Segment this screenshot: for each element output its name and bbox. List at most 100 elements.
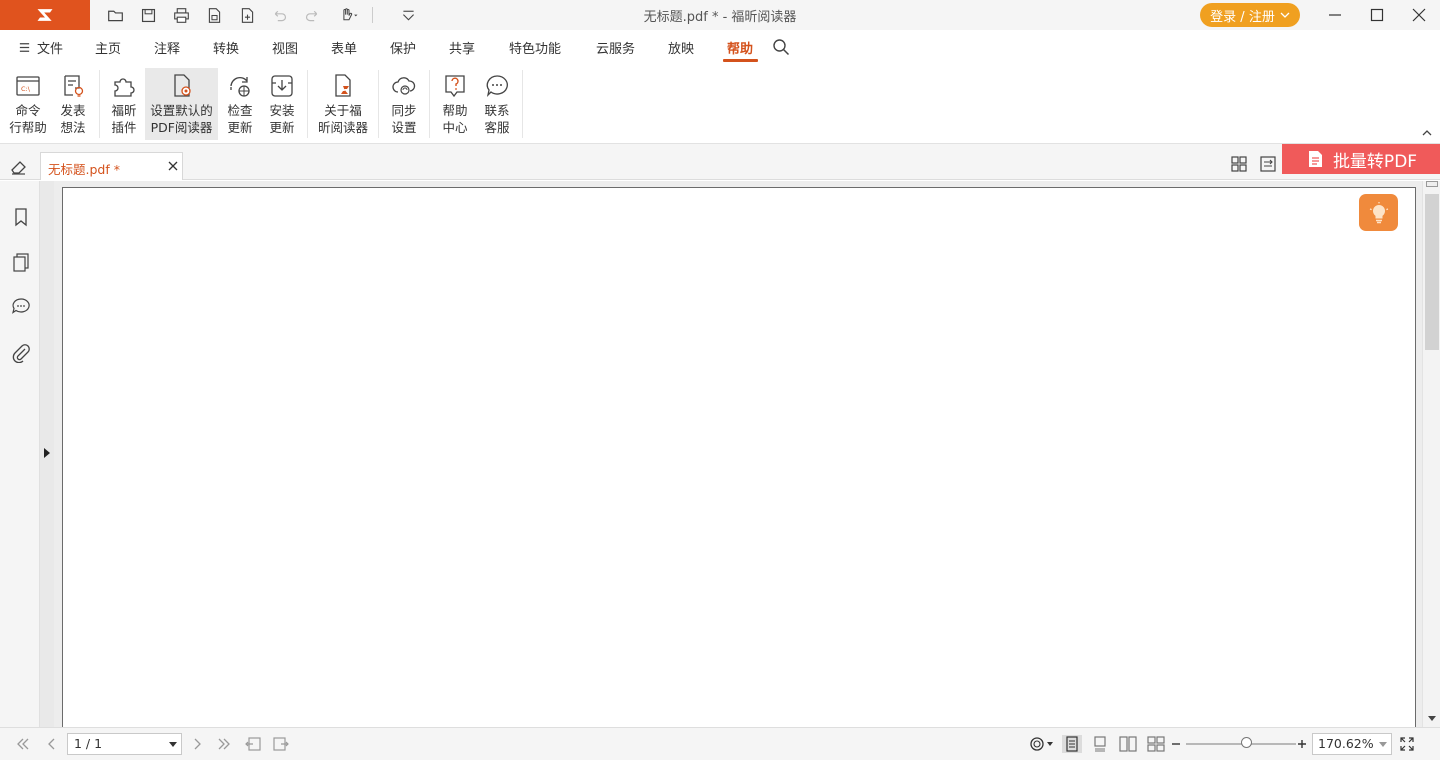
document-tab-label: 无标题.pdf *: [48, 162, 120, 177]
menu-protect[interactable]: 保护: [390, 38, 416, 57]
default-reader-icon: [173, 74, 191, 97]
help-center-icon: [445, 75, 465, 98]
comments-icon[interactable]: [10, 295, 32, 317]
command-line-help-button[interactable]: C:\ 命令 行帮助: [4, 68, 52, 140]
about-foxit-reader-button[interactable]: 关于福 昕阅读器: [314, 68, 372, 140]
status-bar: 1 / 1 170.62%: [0, 727, 1440, 760]
panel-gutter: [40, 181, 54, 727]
bookmark-icon[interactable]: [10, 206, 32, 228]
redo-icon[interactable]: [301, 5, 323, 25]
single-page-view-icon[interactable]: [1062, 735, 1082, 753]
foxit-plugins-label-1: 福昕: [111, 103, 137, 118]
collapse-ribbon-icon[interactable]: [1421, 127, 1433, 139]
check-update-button[interactable]: 检查 更新: [221, 68, 259, 140]
sync-settings-button[interactable]: 同步 设置: [385, 68, 423, 140]
thumbnail-grid-icon[interactable]: [1231, 156, 1247, 172]
document-icon: [1308, 151, 1322, 167]
close-tab-icon[interactable]: [168, 161, 178, 171]
zoom-level-input[interactable]: 170.62%: [1312, 733, 1392, 755]
maximize-button[interactable]: [1354, 0, 1400, 30]
menu-help[interactable]: 帮助: [727, 38, 753, 57]
menu-share[interactable]: 共享: [449, 38, 475, 57]
expand-panel-icon[interactable]: [43, 447, 51, 459]
tips-button[interactable]: [1359, 194, 1398, 231]
zoom-slider-thumb[interactable]: [1241, 737, 1252, 748]
next-view-icon[interactable]: [271, 735, 291, 753]
ribbon-divider: [307, 70, 308, 138]
menu-features[interactable]: 特色功能: [509, 38, 561, 57]
zoom-out-icon[interactable]: [1168, 735, 1184, 753]
print-icon[interactable]: [170, 5, 192, 25]
help-center-label-1: 帮助: [442, 103, 468, 118]
minimize-button[interactable]: [1312, 0, 1358, 30]
batch-convert-pdf-label: 批量转PDF: [1332, 151, 1418, 172]
menu-file[interactable]: 文件: [18, 38, 63, 57]
contact-support-button[interactable]: 联系 客服: [478, 68, 516, 140]
contact-support-label-1: 联系: [484, 103, 510, 118]
search-icon[interactable]: [772, 38, 790, 56]
feedback-button[interactable]: 发表 想法: [54, 68, 92, 140]
menu-slideshow[interactable]: 放映: [668, 38, 694, 57]
reading-mode-icon[interactable]: [1028, 735, 1058, 753]
zoom-in-icon[interactable]: [1294, 735, 1310, 753]
hamburger-menu-icon: [19, 43, 30, 52]
previous-view-icon[interactable]: [243, 735, 263, 753]
zoom-level-value: 170.62%: [1318, 736, 1374, 751]
eraser-tool-icon[interactable]: [9, 158, 27, 176]
lightbulb-icon: [1369, 201, 1388, 223]
menu-annotate[interactable]: 注释: [154, 38, 180, 57]
next-page-icon[interactable]: [187, 735, 207, 753]
puzzle-plugin-icon: [114, 78, 135, 97]
continuous-view-icon[interactable]: [1090, 735, 1110, 753]
menu-file-label: 文件: [37, 42, 64, 57]
foxit-plugins-button[interactable]: 福昕 插件: [105, 68, 143, 140]
open-file-icon[interactable]: [104, 5, 126, 25]
set-default-reader-label-2: PDF阅读器: [150, 120, 213, 135]
create-from-file-icon[interactable]: [203, 5, 225, 25]
attachment-icon[interactable]: [10, 342, 32, 364]
vertical-scrollbar[interactable]: [1422, 181, 1440, 727]
feedback-label-1: 发表: [60, 103, 86, 118]
toolbar-divider: [372, 7, 373, 23]
maximize-icon: [1370, 8, 1384, 22]
about-icon: [335, 74, 351, 97]
menu-bar: 文件 主页 注释 转换 视图 表单 保护 共享 特色功能 云服务 放映 帮助: [0, 30, 1440, 64]
undo-icon[interactable]: [268, 5, 290, 25]
first-page-icon[interactable]: [13, 735, 33, 753]
pages-icon[interactable]: [10, 251, 32, 273]
foxit-logo[interactable]: [0, 0, 90, 30]
help-center-button[interactable]: 帮助 中心: [436, 68, 474, 140]
pdf-page[interactable]: [62, 187, 1416, 747]
menu-home[interactable]: 主页: [95, 38, 121, 57]
menu-view[interactable]: 视图: [272, 38, 298, 57]
close-window-button[interactable]: [1396, 0, 1440, 30]
menu-form[interactable]: 表单: [331, 38, 357, 57]
command-line-help-label-1: 命令: [15, 103, 41, 118]
customize-toolbar-icon[interactable]: [397, 5, 419, 25]
set-default-reader-button[interactable]: 设置默认的 PDF阅读器: [145, 68, 218, 140]
previous-page-icon[interactable]: [42, 735, 62, 753]
document-list-icon[interactable]: [1260, 156, 1276, 172]
login-register-button[interactable]: 登录 / 注册: [1200, 3, 1300, 27]
close-icon: [1412, 8, 1426, 22]
foxit-plugins-label-2: 插件: [111, 120, 137, 135]
install-update-button[interactable]: 安装 更新: [263, 68, 301, 140]
menu-cloud-services[interactable]: 云服务: [596, 38, 635, 57]
new-document-icon[interactable]: [236, 5, 258, 25]
continuous-facing-view-icon[interactable]: [1146, 735, 1166, 753]
menu-convert[interactable]: 转换: [213, 38, 239, 57]
last-page-icon[interactable]: [214, 735, 234, 753]
scroll-up-button[interactable]: [1426, 181, 1438, 187]
hand-tool-icon[interactable]: [336, 5, 362, 25]
chevron-down-icon[interactable]: [1379, 742, 1387, 748]
facing-view-icon[interactable]: [1118, 735, 1138, 753]
batch-convert-pdf-button[interactable]: 批量转PDF: [1282, 144, 1440, 174]
ribbon-divider: [522, 70, 523, 138]
scroll-down-icon[interactable]: [1427, 715, 1437, 723]
save-icon[interactable]: [137, 5, 159, 25]
chevron-down-icon[interactable]: [169, 742, 177, 748]
fullscreen-icon[interactable]: [1397, 735, 1417, 753]
page-number-input[interactable]: 1 / 1: [67, 733, 182, 755]
scrollbar-thumb[interactable]: [1425, 194, 1439, 350]
document-tab[interactable]: 无标题.pdf *: [40, 152, 183, 180]
